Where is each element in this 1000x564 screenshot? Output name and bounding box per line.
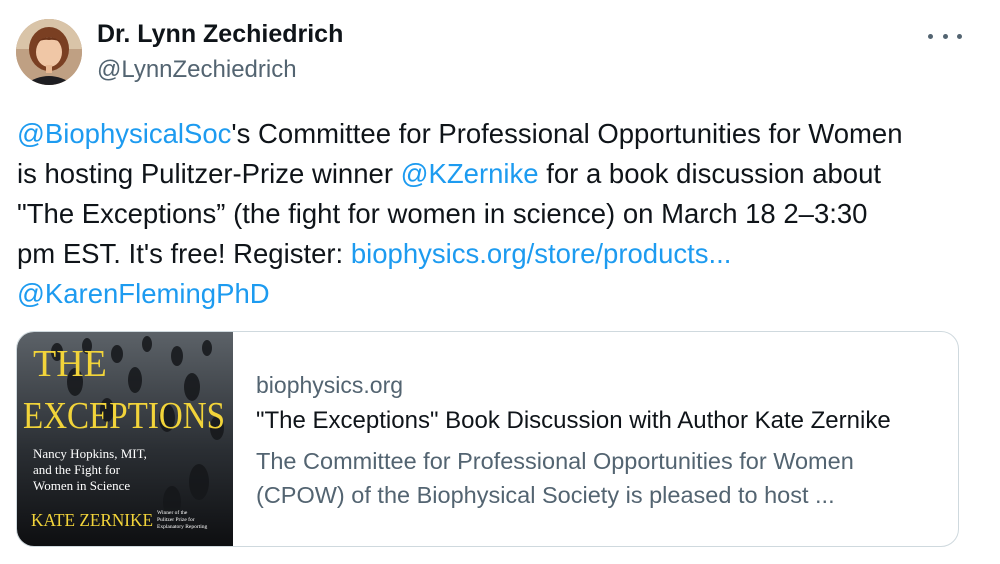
avatar-photo (16, 19, 82, 85)
book-subtitle-2: and the Fight for (33, 462, 121, 477)
tweet-line-3: "The Exceptions” (the fight for women in… (17, 198, 868, 229)
tweet-text: @BiophysicalSoc's Committee for Professi… (17, 114, 977, 314)
book-award-2: Pulitzer Prize for (157, 516, 195, 523)
avatar[interactable] (16, 19, 82, 85)
card-description-line: The Committee for Professional Opportuni… (256, 448, 854, 474)
book-award-3: Explanatory Reporting (157, 524, 208, 530)
tweet-line-5: @KarenFlemingPhD (17, 274, 977, 314)
dot (957, 33, 962, 39)
book-title-line-2: EXCEPTIONS (23, 395, 225, 437)
book-award-1: Winner of the (157, 509, 188, 516)
tweet-text-segment: pm EST. It's free! Register: (17, 238, 351, 269)
book-subtitle-3: Women in Science (33, 478, 130, 493)
book-cover-image: THE EXCEPTIONS Nancy Hopkins, MIT, and t… (17, 332, 233, 546)
book-author: KATE ZERNIKE (31, 510, 153, 530)
card-description: The Committee for Professional Opportuni… (256, 444, 946, 512)
register-link[interactable]: biophysics.org/store/products... (351, 238, 732, 269)
card-domain: biophysics.org (256, 372, 404, 398)
dot (942, 33, 948, 39)
mention-karenflemingphd[interactable]: @KarenFlemingPhD (17, 278, 270, 309)
mention-kzernike[interactable]: @KZernike (401, 158, 539, 189)
link-preview-card[interactable]: THE EXCEPTIONS Nancy Hopkins, MIT, and t… (16, 331, 959, 547)
book-title-line-1: THE (33, 343, 107, 385)
book-subtitle-1: Nancy Hopkins, MIT, (33, 446, 147, 461)
author-handle[interactable]: @LynnZechiedrich (97, 56, 297, 84)
tweet-text-segment: 's Committee for Professional Opportunit… (231, 118, 903, 149)
card-description-line: (CPOW) of the Biophysical Society is ple… (256, 482, 835, 508)
tweet-text-segment: is hosting Pulitzer-Prize winner (17, 158, 401, 189)
ellipsis-icon[interactable] (928, 24, 962, 48)
tweet-text-segment: for a book discussion about (538, 158, 882, 189)
dot (928, 33, 933, 39)
tweet-line-1: @BiophysicalSoc's Committee for Professi… (17, 114, 977, 154)
tweet-line-2: is hosting Pulitzer-Prize winner @KZerni… (17, 154, 977, 194)
card-title: "The Exceptions" Book Discussion with Au… (256, 407, 891, 434)
mention-biophysicalsoc[interactable]: @BiophysicalSoc (17, 118, 231, 149)
author-name[interactable]: Dr. Lynn Zechiedrich (97, 20, 343, 49)
tweet-line-4: pm EST. It's free! Register: biophysics.… (17, 234, 977, 274)
